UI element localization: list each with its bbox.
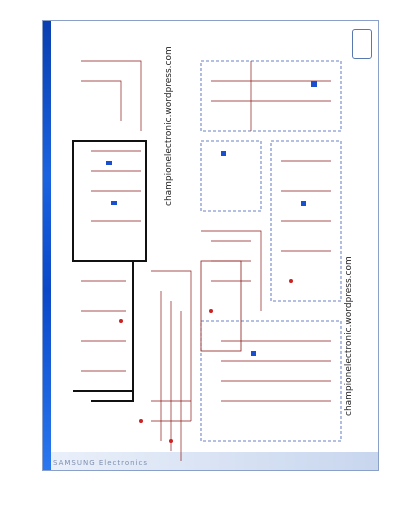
thick-border-tail [91, 391, 134, 402]
schematic-drawing: championelectronic.wordpress.com champio… [72, 46, 354, 461]
watermark-bottom: championelectronic.wordpress.com [344, 256, 354, 416]
schematic-page: SAMSUNG Electronics championelectronic.w… [42, 20, 379, 471]
component-marks [106, 81, 317, 356]
samsung-logo [352, 29, 372, 59]
dashed-box-top [200, 60, 342, 132]
watermark-top: championelectronic.wordpress.com [164, 46, 174, 206]
thick-border-upper [72, 140, 147, 262]
dashed-box-mid-left [200, 140, 262, 212]
thick-border-lower [73, 260, 134, 392]
ic-block [200, 260, 242, 352]
side-band [43, 21, 51, 470]
